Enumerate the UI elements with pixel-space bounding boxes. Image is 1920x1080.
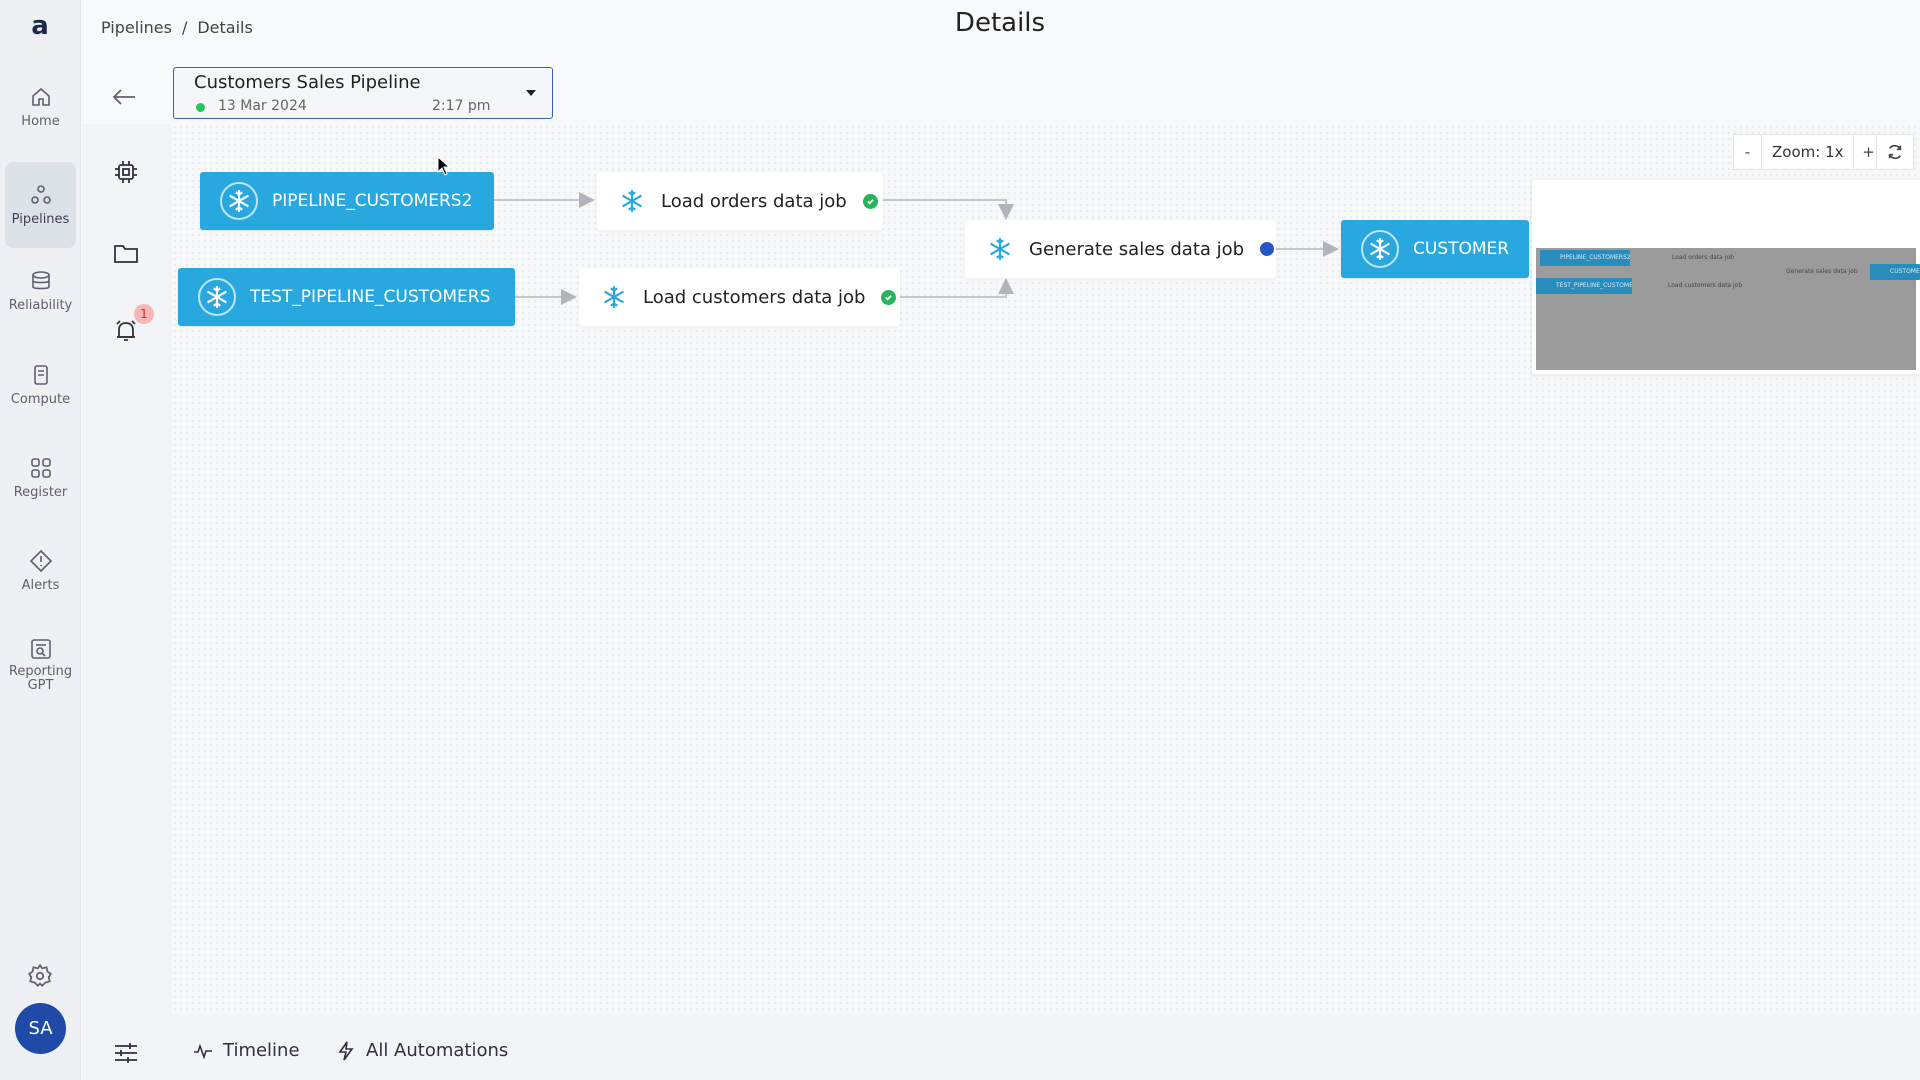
nav-label: Reliability (8, 298, 73, 313)
folder-icon (114, 245, 138, 263)
snowflake-icon (990, 238, 1010, 260)
back-button[interactable] (109, 82, 139, 112)
target-label: CUSTOMER (1413, 239, 1510, 259)
job-node[interactable]: Load customers data job (579, 268, 900, 326)
minimap-viewport[interactable]: PIPELINE_CUSTOMERS2 TEST_PIPELINE_CUSTOM… (1536, 248, 1920, 370)
nav-item-alerts[interactable]: Alerts (5, 528, 76, 614)
zoom-controls: - Zoom: 1x + (1733, 134, 1884, 170)
nav-item-reporting-gpt[interactable]: Reporting GPT (5, 622, 76, 708)
bell-icon (116, 320, 136, 341)
page-title: Details (954, 8, 1046, 38)
caret-down-icon (526, 90, 536, 96)
check-circle-icon (862, 193, 878, 209)
gear-icon (27, 963, 53, 987)
left-nav: a Home Pipelines Reliability Compute Reg… (0, 0, 81, 1080)
job-node[interactable]: Generate sales data job (965, 220, 1276, 278)
home-icon (31, 87, 50, 106)
tab-timeline[interactable]: Timeline (193, 1040, 300, 1061)
job-label: Generate sales data job (1029, 238, 1245, 260)
source-node[interactable]: PIPELINE_CUSTOMERS2 (200, 172, 494, 230)
register-icon (30, 458, 51, 478)
tab-label: Timeline (223, 1040, 300, 1061)
nav-item-register[interactable]: Register (5, 435, 76, 521)
mouse-cursor-icon (437, 156, 451, 176)
nav-label: Alerts (21, 578, 60, 593)
source-label: PIPELINE_CUSTOMERS2 (272, 191, 473, 211)
nav-item-reliability[interactable]: Reliability (5, 248, 76, 334)
refresh-button[interactable] (1876, 134, 1914, 170)
pipeline-select[interactable]: Customers Sales Pipeline 13 Mar 2024 2:1… (173, 67, 553, 119)
minimap-node: Load customers data job (1668, 282, 1743, 289)
minimap-node: PIPELINE_CUSTOMERS2 (1540, 250, 1630, 266)
chip-icon (115, 161, 137, 183)
job-label: Load customers data job (643, 286, 866, 308)
job-label: Load orders data job (661, 190, 847, 212)
snowflake-icon (604, 286, 624, 308)
nav-label: Pipelines (11, 212, 70, 227)
nav-label: Register (13, 485, 68, 500)
source-node[interactable]: TEST_PIPELINE_CUSTOMERS (178, 268, 515, 326)
arrow-left-icon (112, 89, 135, 105)
alerts-icon (29, 549, 52, 573)
folder-button[interactable] (112, 239, 140, 267)
tab-all-automations[interactable]: All Automations (336, 1040, 508, 1061)
nav-item-pipelines[interactable]: Pipelines (5, 162, 76, 248)
pipeline-name: Customers Sales Pipeline (194, 72, 421, 93)
refresh-icon (1888, 144, 1902, 160)
minimap-node: Load orders data job (1672, 254, 1734, 261)
zoom-out-button[interactable]: - (1734, 135, 1762, 169)
nav-label-line2: GPT (27, 678, 54, 693)
nav-item-compute[interactable]: Compute (5, 342, 76, 428)
target-node[interactable]: CUSTOMER (1341, 220, 1529, 278)
job-node[interactable]: Load orders data job (597, 172, 883, 230)
pipeline-time: 2:17 pm (432, 98, 491, 114)
check-circle-icon (881, 289, 897, 305)
status-dot (196, 103, 205, 112)
source-label: TEST_PIPELINE_CUSTOMERS (250, 287, 491, 307)
alerts-bell-button[interactable] (112, 317, 140, 345)
tab-label: All Automations (366, 1040, 509, 1061)
nav-item-home[interactable]: Home (5, 64, 76, 150)
nav-label: Reporting GPT (9, 665, 72, 693)
sliders-icon (115, 1043, 137, 1063)
snowflake-icon (198, 278, 236, 316)
pipeline-date: 13 Mar 2024 (218, 98, 307, 114)
running-status-icon (1260, 242, 1275, 256)
settings-button[interactable] (27, 963, 53, 989)
snowflake-icon (622, 190, 642, 212)
alerts-count-badge: 1 (134, 304, 154, 324)
minimap-node: TEST_PIPELINE_CUSTOMERS (1536, 278, 1632, 294)
nav-label: Home (21, 114, 60, 129)
minimap[interactable]: PIPELINE_CUSTOMERS2 TEST_PIPELINE_CUSTOM… (1532, 180, 1920, 374)
nav-label: Compute (10, 392, 71, 407)
snowflake-icon (220, 182, 258, 220)
activity-icon (194, 1043, 212, 1059)
minimap-node: CUSTOMER (1870, 264, 1920, 280)
compute-icon (33, 365, 48, 385)
processor-button[interactable] (112, 158, 140, 186)
pipelines-icon (30, 185, 51, 204)
secondary-toolbar (82, 124, 172, 1080)
minimap-node: Generate sales data job (1786, 268, 1858, 275)
zoom-level: Zoom: 1x (1762, 135, 1855, 169)
snowflake-icon (1361, 230, 1399, 268)
filter-settings-button[interactable] (111, 1038, 141, 1068)
reliability-icon (31, 271, 50, 290)
nav-label-line1: Reporting (8, 664, 73, 679)
lightning-icon (338, 1041, 354, 1060)
reporting-gpt-icon (30, 639, 51, 659)
user-avatar[interactable]: SA (15, 1003, 66, 1054)
